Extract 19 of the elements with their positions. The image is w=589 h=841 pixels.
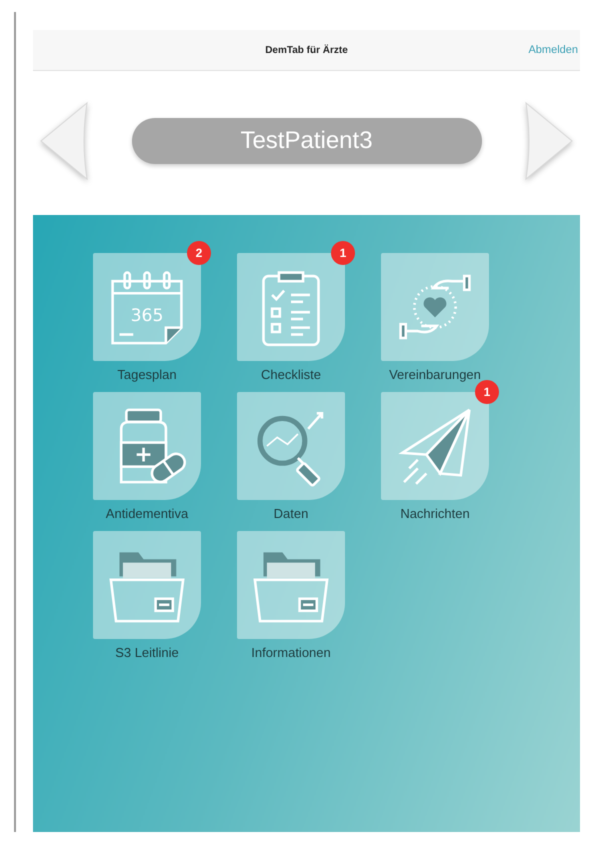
tile-label: Informationen xyxy=(251,645,331,660)
notification-badge: 1 xyxy=(475,380,499,404)
tile-label: Nachrichten xyxy=(400,506,470,521)
patient-name: TestPatient3 xyxy=(132,118,482,164)
notification-badge: 2 xyxy=(187,241,211,265)
menu-tile[interactable] xyxy=(93,531,201,639)
tile-label: Antidementiva xyxy=(106,506,188,521)
tile-label: S3 Leitlinie xyxy=(115,645,179,660)
tile-label: Vereinbarungen xyxy=(389,367,481,382)
tile-label: Checkliste xyxy=(261,367,321,382)
app-title: DemTab für Ärzte xyxy=(265,44,348,56)
menu-tile[interactable] xyxy=(381,253,489,361)
logout-link[interactable]: Abmelden xyxy=(522,43,580,57)
menu-tile[interactable] xyxy=(237,531,345,639)
tile-label: Tagesplan xyxy=(117,367,177,382)
notification-badge: 1 xyxy=(331,241,355,265)
tile-label: Daten xyxy=(274,506,308,521)
menu-tile[interactable] xyxy=(93,392,201,500)
menu-tile[interactable] xyxy=(237,392,345,500)
